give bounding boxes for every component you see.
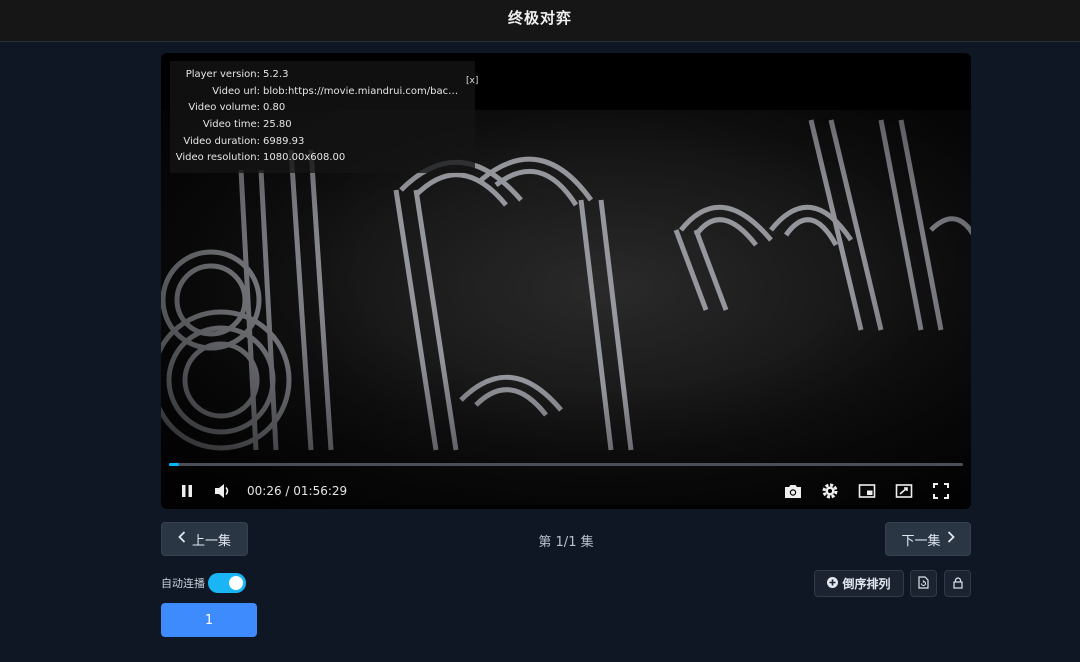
info-row: Video url: blob:https://movie.miandrui.c… (170, 84, 475, 101)
pause-icon[interactable] (173, 477, 201, 505)
player-controls: 00:26 / 01:56:29 (161, 473, 971, 509)
info-key: Video volume: (188, 102, 260, 114)
info-key: Player version: (185, 69, 260, 80)
episode-counter: 第 1/1 集 (538, 535, 594, 550)
info-close-button[interactable]: [x] (466, 73, 478, 90)
page-title: 终极对弈 (507, 9, 572, 27)
progress-fill (169, 463, 179, 466)
camera-icon[interactable] (779, 477, 807, 505)
progress-bar[interactable] (169, 463, 963, 466)
volume-icon[interactable] (209, 477, 237, 505)
autoplay-toggle[interactable] (208, 573, 246, 593)
file-refresh-icon (918, 574, 929, 593)
info-row: Video time: 25.80 (170, 117, 475, 134)
prev-episode-button[interactable]: 上一集 (161, 522, 248, 556)
info-value: 1080.00x608.00 (263, 152, 346, 164)
autoplay-control: 自动连播 (161, 573, 246, 593)
info-value: 0.80 (263, 102, 286, 114)
sort-label: 倒序排列 (842, 577, 891, 591)
toggle-knob (229, 576, 243, 590)
lock-icon (952, 574, 963, 593)
chevron-left-icon (178, 531, 186, 547)
info-key: Video duration: (183, 135, 260, 147)
fullscreen-icon[interactable] (927, 477, 955, 505)
info-key: Video resolution: (175, 152, 260, 164)
episode-button-1[interactable]: 1 (161, 603, 257, 637)
autoplay-label: 自动连播 (161, 577, 205, 590)
video-player[interactable]: Player version: 5.2.3 Video url: blob:ht… (161, 53, 971, 509)
web-fullscreen-icon[interactable] (890, 477, 918, 505)
refresh-file-button[interactable] (910, 570, 937, 597)
reverse-sort-button[interactable]: 倒序排列 (814, 570, 904, 597)
lock-button[interactable] (944, 570, 971, 597)
info-row: Video volume: 0.80 (170, 100, 475, 117)
prev-episode-label: 上一集 (191, 533, 231, 549)
info-value: 25.80 (263, 119, 292, 131)
info-key: Video url: (212, 85, 260, 97)
chevron-right-icon (947, 531, 955, 547)
top-bar: 终极对弈 (0, 0, 1080, 42)
info-key: Video time: (202, 119, 260, 131)
picture-in-picture-icon[interactable] (853, 477, 881, 505)
next-episode-label: 下一集 (901, 533, 941, 549)
info-value: 5.2.3 (263, 69, 289, 80)
info-value: blob:https://movie.miandrui.com/bac58c..… (263, 85, 463, 97)
next-episode-button[interactable]: 下一集 (885, 522, 971, 556)
info-value: 6989.93 (263, 135, 305, 147)
player-controls-right (779, 477, 971, 505)
info-row: Player version: 5.2.3 (170, 67, 475, 84)
player-info-panel: Player version: 5.2.3 Video url: blob:ht… (170, 61, 478, 173)
info-row: Video resolution: 1080.00x608.00 (170, 150, 475, 167)
plus-circle-icon (827, 576, 839, 591)
settings-gear-icon[interactable] (816, 477, 844, 505)
info-row: Video duration: 6989.93 (170, 134, 475, 151)
time-display: 00:26 / 01:56:29 (247, 484, 348, 498)
